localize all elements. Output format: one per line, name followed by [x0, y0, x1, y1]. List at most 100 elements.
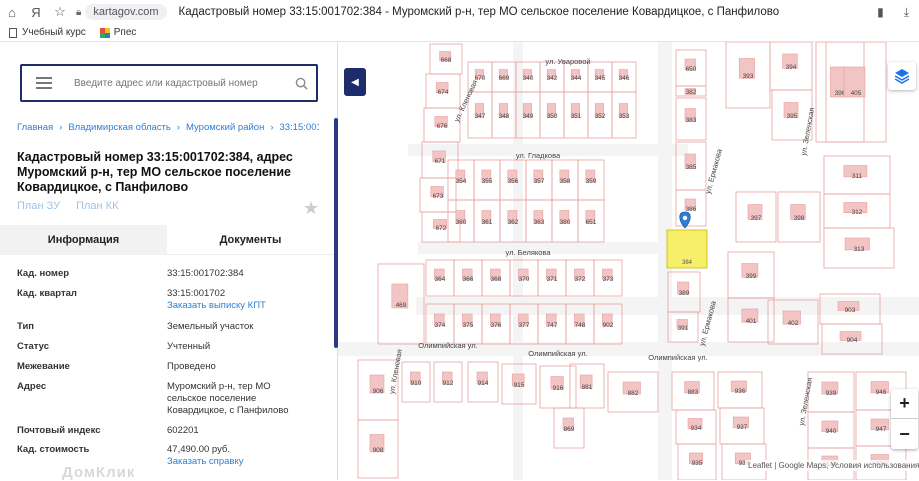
search-icon[interactable]	[286, 66, 316, 100]
download-icon[interactable]: ⤓	[904, 5, 909, 20]
order-kpt-link[interactable]: Заказать выписку КПТ	[167, 300, 327, 312]
svg-text:391: 391	[678, 325, 689, 332]
map-lot[interactable]: 313	[823, 227, 895, 269]
map-lot[interactable]: 380	[551, 199, 579, 243]
map-lot[interactable]: 936	[717, 371, 763, 409]
map-lot[interactable]: 351	[563, 91, 589, 139]
breadcrumb-link[interactable]: Муромский район	[186, 122, 264, 133]
map-lot[interactable]: 312	[823, 193, 891, 229]
map-lot[interactable]: 883	[671, 371, 715, 411]
map-lot[interactable]: 673	[419, 177, 457, 213]
map-lot[interactable]: 354	[447, 159, 475, 201]
bookmark-item[interactable]: Рпес	[99, 27, 136, 38]
svg-text:934: 934	[691, 425, 702, 432]
address-bar[interactable]: 🔒︎ kartagov.com	[76, 2, 167, 22]
home-icon[interactable]: ⌂	[0, 0, 24, 24]
map-lot[interactable]: 359	[577, 159, 605, 201]
map-lot[interactable]: 363	[525, 199, 553, 243]
page-icon	[9, 27, 17, 38]
svg-text:382: 382	[686, 89, 697, 96]
zoom-in-button[interactable]: +	[891, 389, 918, 419]
map-lot[interactable]: 939	[807, 371, 855, 413]
map-lot[interactable]: 366	[453, 259, 483, 297]
svg-text:363: 363	[534, 219, 545, 226]
map-lot[interactable]: 358	[551, 159, 579, 201]
bookmark-item[interactable]: Учебный курс	[8, 27, 86, 38]
breadcrumb-link[interactable]: Главная	[17, 122, 53, 133]
map-lot[interactable]: 940	[807, 411, 855, 449]
map-lot[interactable]: 373	[593, 259, 623, 297]
map-lot[interactable]: 353	[611, 91, 637, 139]
map-lot[interactable]: 399	[727, 251, 775, 299]
favorite-star-icon[interactable]: ★	[303, 198, 319, 219]
svg-text:940: 940	[826, 428, 837, 435]
layers-button[interactable]	[888, 62, 916, 90]
map-lot[interactable]: 908	[357, 419, 399, 479]
breadcrumb-link[interactable]: 33:15:001702	[280, 122, 319, 133]
map-lot[interactable]: 391	[667, 311, 699, 343]
bookmark-icon[interactable]: ▮	[877, 5, 884, 19]
map-lot[interactable]: 394	[769, 42, 813, 91]
map-lot[interactable]: 383	[675, 97, 707, 141]
map-lot[interactable]: 311	[823, 155, 891, 195]
svg-text:946: 946	[876, 389, 887, 396]
plan-zu-link[interactable]: План ЗУ	[17, 200, 60, 212]
search-input[interactable]	[74, 77, 286, 89]
menu-icon[interactable]	[22, 66, 66, 100]
svg-text:912: 912	[443, 380, 454, 387]
map-lot[interactable]: 352	[587, 91, 613, 139]
map-lot[interactable]: 651	[577, 199, 605, 243]
map-lot[interactable]: 364	[425, 259, 455, 297]
svg-text:356: 356	[508, 178, 519, 185]
map-lot[interactable]: 397	[735, 191, 777, 243]
tab-documents[interactable]: Документы	[167, 225, 334, 255]
breadcrumb-link[interactable]: Владимирская область	[68, 122, 171, 133]
svg-text:364: 364	[435, 276, 446, 283]
map-lot[interactable]: 668	[429, 43, 463, 75]
tab-information[interactable]: Информация	[0, 225, 167, 255]
map-lot[interactable]: 342	[539, 61, 565, 93]
highlighted-lot[interactable]: 384	[666, 229, 708, 269]
map-lot[interactable]: 368	[481, 259, 511, 297]
plan-kk-link[interactable]: План КК	[76, 200, 118, 212]
map-lot[interactable]: 669	[491, 61, 517, 93]
order-certificate-link[interactable]: Заказать справку	[167, 456, 327, 468]
map-lot[interactable]: 398	[777, 191, 821, 243]
cadastral-map[interactable]: 668 674 676 671 673 672 670 669 340 342 344 345 346 3…	[338, 42, 919, 480]
map-lot[interactable]: 346	[611, 61, 637, 93]
map-lot[interactable]: 393	[725, 42, 771, 109]
map-lot[interactable]: 348	[491, 91, 517, 139]
map-lot[interactable]: 934	[675, 409, 717, 445]
url-domain[interactable]: kartagov.com	[85, 4, 167, 20]
zoom-out-button[interactable]: −	[891, 419, 918, 449]
map-lot[interactable]: 357	[525, 159, 553, 201]
svg-text:651: 651	[586, 219, 597, 226]
map-lot[interactable]: 674	[425, 73, 461, 109]
map-lot[interactable]: 882	[607, 371, 659, 413]
map-lot[interactable]: 360	[447, 199, 475, 243]
map-lot[interactable]: 910	[401, 361, 431, 403]
svg-text:359: 359	[586, 178, 597, 185]
map-lot[interactable]: 371	[537, 259, 567, 297]
map-lot[interactable]: 916	[539, 365, 577, 409]
map-lot[interactable]: 881	[569, 363, 605, 409]
map-lot[interactable]: 914	[467, 361, 499, 403]
map-lot[interactable]: 672	[421, 211, 461, 243]
map-lot[interactable]: 869	[553, 407, 585, 449]
map-lot[interactable]: 345	[587, 61, 613, 93]
map-lot[interactable]: 344	[563, 61, 589, 93]
map-lot[interactable]: 355	[473, 159, 501, 201]
collapse-sidebar-button[interactable]: ◀	[344, 68, 366, 96]
map-lot[interactable]: 935	[677, 443, 717, 480]
svg-text:908: 908	[373, 447, 384, 454]
map-lot[interactable]: 350	[539, 91, 565, 139]
map-lot[interactable]: 912	[433, 361, 463, 403]
map-lot[interactable]: 361	[473, 199, 501, 243]
map-lot[interactable]: 372	[565, 259, 595, 297]
map-lot[interactable]: 650	[675, 49, 707, 87]
map-lot[interactable]: 382	[675, 85, 707, 97]
yandex-icon[interactable]: Я	[24, 0, 48, 24]
map-canvas[interactable]: 668674676671673672670 669 340 342 344 345 3463…	[338, 42, 919, 480]
map-lot[interactable]: 937	[719, 407, 765, 445]
star-icon[interactable]: ☆	[48, 0, 72, 24]
